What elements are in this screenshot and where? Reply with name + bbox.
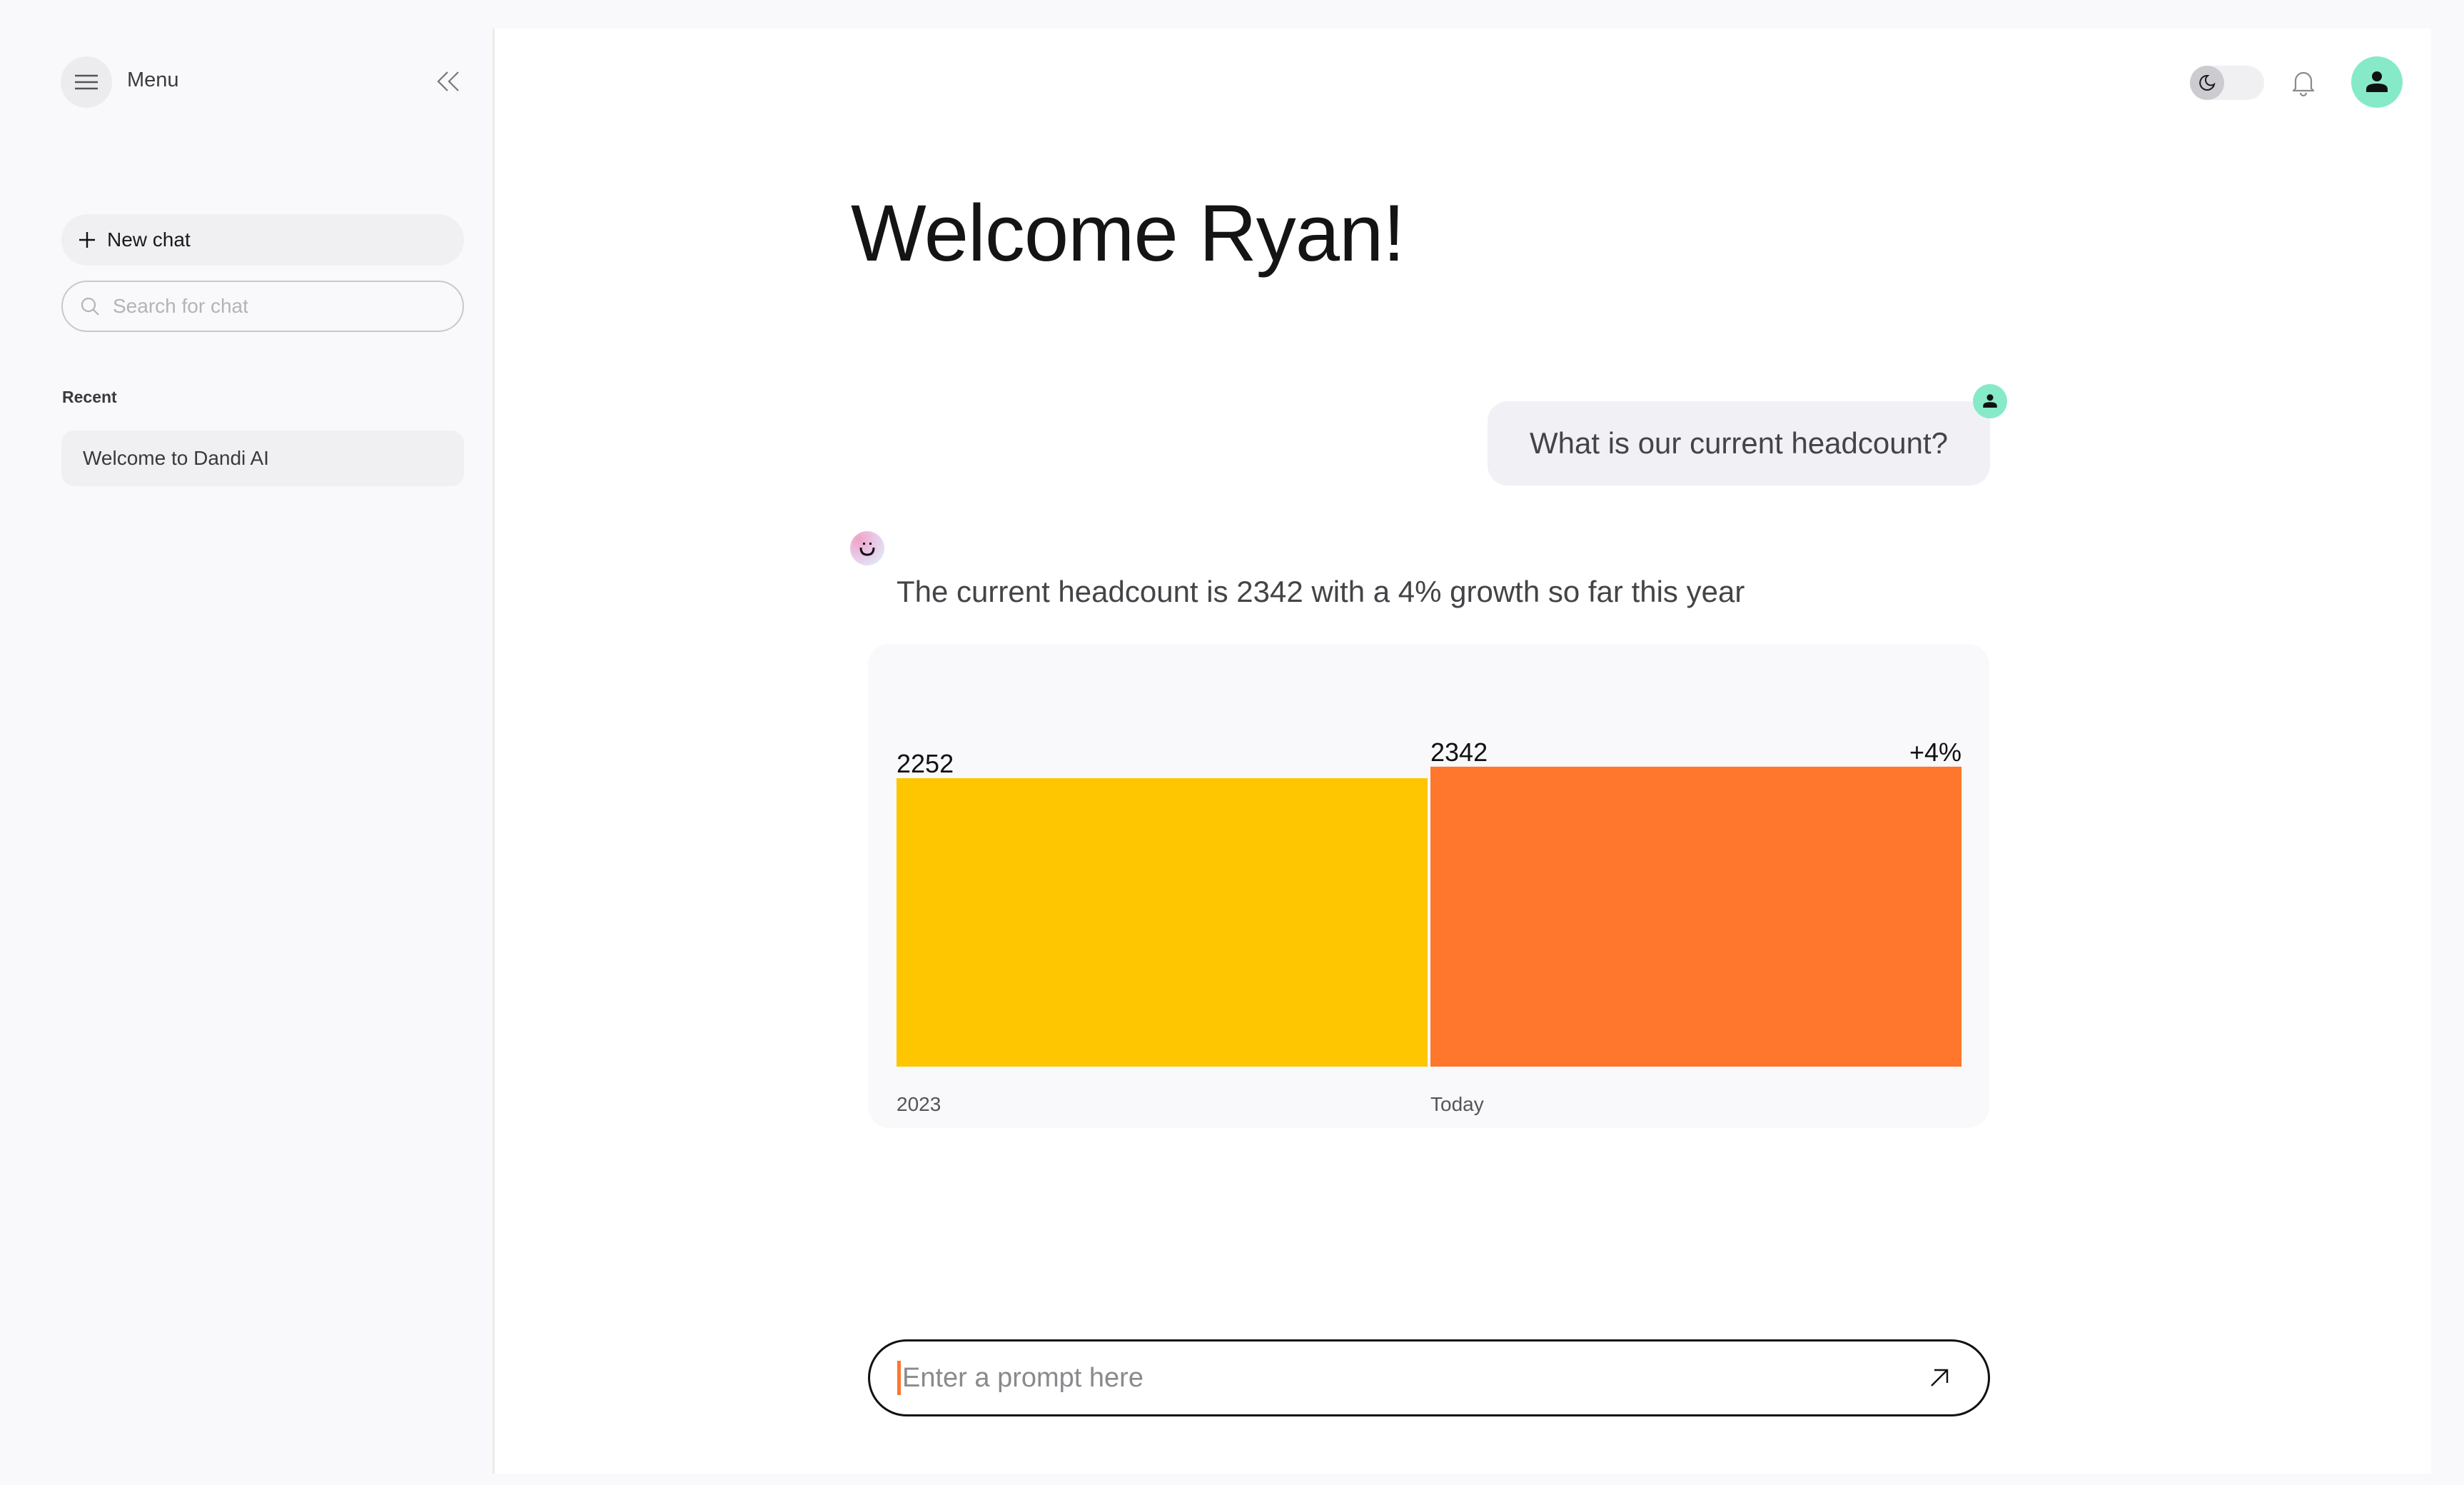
bar-2023 xyxy=(897,778,1428,1067)
plus-icon xyxy=(79,232,95,248)
growth-annotation: +4% xyxy=(1909,738,1961,767)
moon-icon xyxy=(2199,74,2216,91)
search-icon xyxy=(81,297,99,316)
user-icon xyxy=(1983,394,1997,408)
x-tick-label: 2023 xyxy=(897,1093,941,1115)
hamburger-icon xyxy=(75,74,98,90)
smiley-icon xyxy=(859,543,875,556)
bell-icon xyxy=(2292,71,2315,97)
prompt-field[interactable] xyxy=(868,1339,1990,1416)
assistant-message-text: The current headcount is 2342 with a 4% … xyxy=(897,575,1745,608)
new-chat-label: New chat xyxy=(107,228,191,251)
user-icon xyxy=(2366,71,2388,92)
menu-button[interactable] xyxy=(61,56,112,108)
headcount-chart: 2252 2023 2342 Today +4% xyxy=(868,644,1989,1128)
search-chat-field[interactable] xyxy=(61,281,464,332)
recent-chat-label: Welcome to Dandi AI xyxy=(83,447,269,469)
prompt-input[interactable] xyxy=(901,1361,1925,1394)
send-button[interactable] xyxy=(1925,1364,1954,1392)
theme-toggle[interactable] xyxy=(2190,66,2264,100)
menu-label: Menu xyxy=(127,69,179,91)
new-chat-button[interactable]: New chat xyxy=(61,214,464,266)
search-chat-input[interactable] xyxy=(111,294,428,318)
recent-heading: Recent xyxy=(62,388,117,406)
arrow-up-right-icon xyxy=(1931,1369,1949,1386)
notifications-button[interactable] xyxy=(2291,69,2316,97)
collapse-sidebar-button[interactable] xyxy=(433,67,464,96)
user-message-text: What is our current headcount? xyxy=(1530,426,1948,460)
welcome-title: Welcome Ryan! xyxy=(851,188,1405,278)
headcount-bar-chart: 2252 2023 2342 Today +4% xyxy=(897,738,1961,1115)
assistant-avatar xyxy=(850,531,884,565)
user-message-bubble: What is our current headcount? xyxy=(1488,401,1990,485)
x-tick-label: Today xyxy=(1430,1093,1484,1115)
data-label: 2342 xyxy=(1430,738,1488,767)
theme-toggle-knob xyxy=(2190,66,2224,100)
data-label: 2252 xyxy=(897,749,954,778)
user-avatar-button[interactable] xyxy=(2351,56,2403,108)
user-message-avatar xyxy=(1973,384,2007,418)
bar-today xyxy=(1430,766,1961,1067)
chevrons-left-icon xyxy=(437,71,459,91)
recent-chat-item[interactable]: Welcome to Dandi AI xyxy=(61,431,464,486)
